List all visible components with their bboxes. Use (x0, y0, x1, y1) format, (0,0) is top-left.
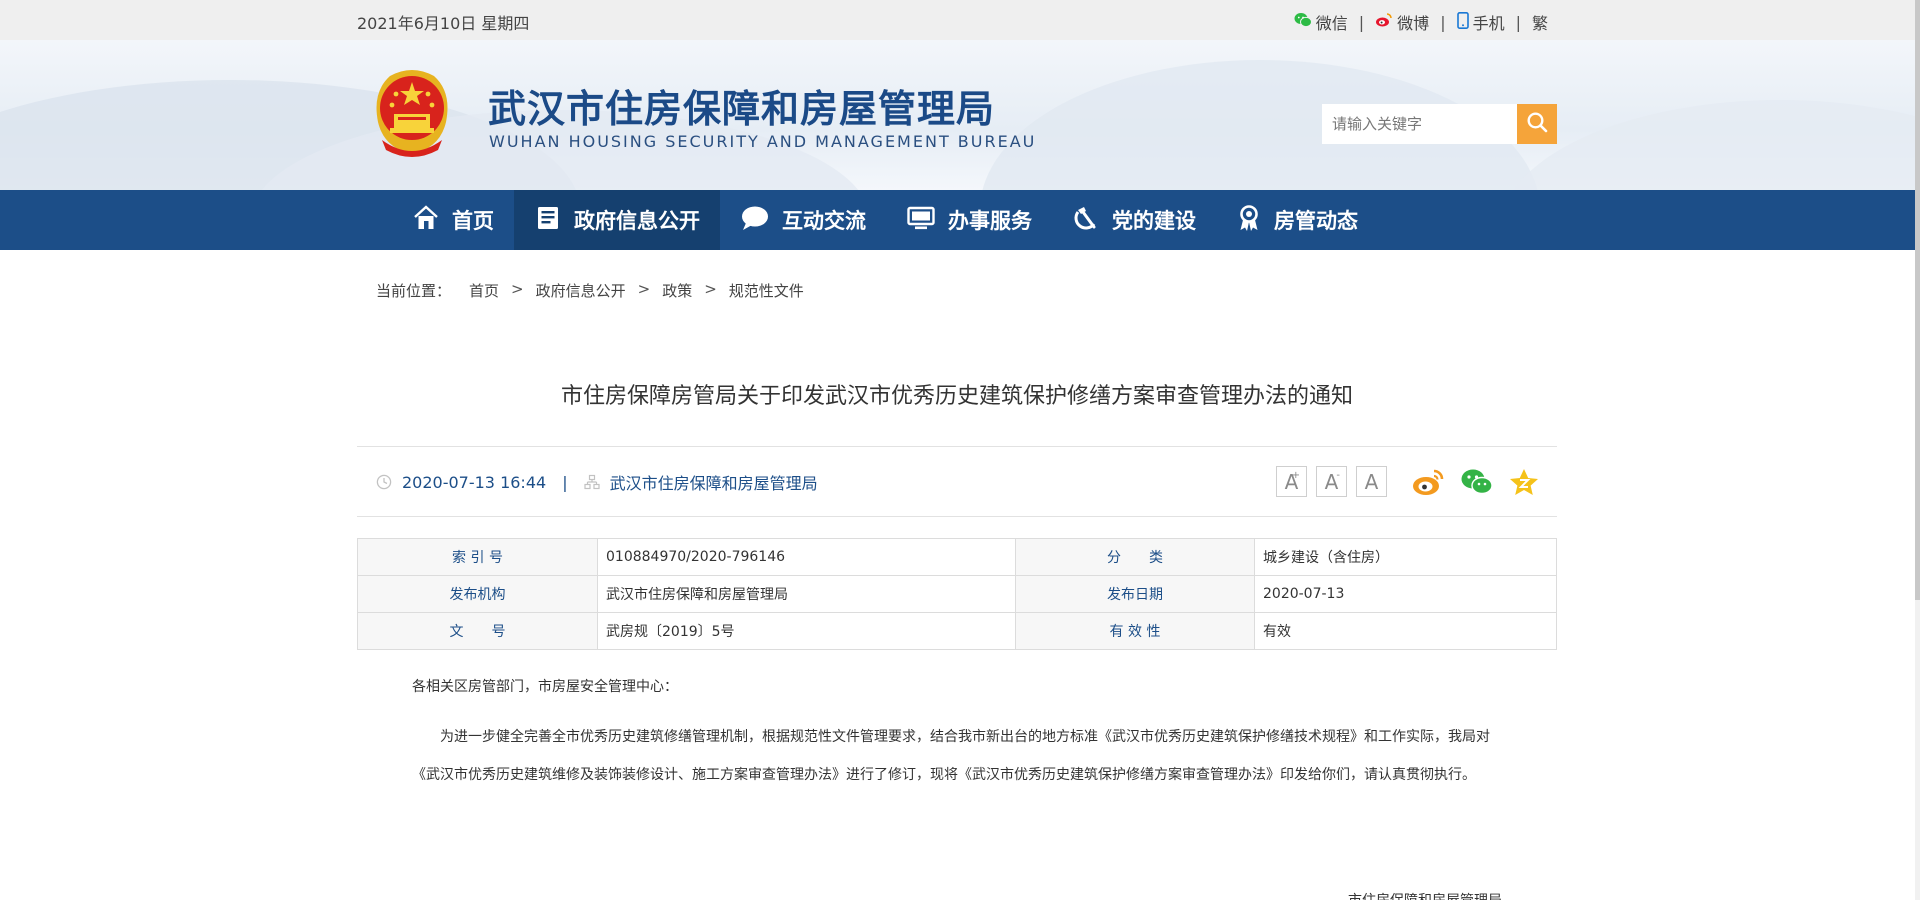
nav-item-label: 办事服务 (948, 209, 1032, 233)
breadcrumb-item-policy[interactable]: 政策 (662, 280, 692, 301)
info-label: 发布机构 (357, 575, 598, 613)
info-label: 文 号 (357, 612, 598, 650)
mobile-link-label: 手机 (1472, 14, 1505, 33)
page: 2021年6月10日 星期四 微信 | 微博 | 手机 | 繁 武汉市住房保障和… (0, 0, 1915, 900)
wechat-share-icon[interactable] (1460, 467, 1494, 497)
mobile-link[interactable]: 手机 (1456, 10, 1505, 34)
hammer-sickle-icon (1072, 204, 1100, 237)
scrollbar-thumb[interactable] (1915, 0, 1920, 600)
table-row: 发布机构 武汉市住房保障和房屋管理局 发布日期 2020-07-13 (357, 575, 1557, 613)
favorite-star-icon[interactable] (1508, 467, 1540, 497)
site-title-english: WUHAN HOUSING SECURITY AND MANAGEMENT BU… (489, 132, 1037, 151)
weibo-link[interactable]: 微博 (1375, 10, 1429, 34)
page-scrollbar[interactable] (1915, 0, 1920, 900)
table-row: 索 引 号 010884970/2020-796146 分 类 城乡建设（含住房… (357, 538, 1557, 576)
badge-icon (1236, 204, 1262, 237)
divider (357, 516, 1557, 517)
organization-icon (583, 474, 600, 490)
breadcrumb-item-government-info[interactable]: 政府信息公开 (536, 280, 626, 301)
monitor-icon (906, 204, 936, 237)
chat-icon (740, 204, 770, 237)
nav-item-label: 党的建设 (1112, 209, 1196, 233)
top-links: 微信 | 微博 | 手机 | 繁 (1294, 10, 1548, 34)
breadcrumb-separator: > (704, 280, 717, 298)
nav-item-label: 首页 (452, 209, 494, 233)
article-meta: 2020-07-13 16:44 | 武汉市住房保障和房屋管理局 (376, 470, 818, 494)
meta-separator: | (562, 472, 568, 492)
search-icon (1526, 111, 1548, 137)
nav-item-housing-news[interactable]: 房管动态 (1216, 190, 1378, 250)
font-increase-button[interactable]: A + (1276, 466, 1307, 497)
info-label: 分 类 (1015, 538, 1255, 576)
nav-item-label: 互动交流 (782, 209, 866, 233)
article-tools: A + A- A (1276, 466, 1540, 497)
article-paragraph: 为进一步健全完善全市优秀历史建筑修缮管理机制，根据规范性文件管理要求，结合我市新… (412, 729, 1490, 783)
nav-item-label: 房管动态 (1274, 209, 1358, 233)
article-title: 市住房保障房管局关于印发武汉市优秀历史建筑保护修缮方案审查管理办法的通知 (560, 384, 1353, 409)
breadcrumb-separator: > (511, 280, 524, 298)
divider (357, 446, 1557, 447)
table-row: 文 号 武房规〔2019〕5号 有 效 性 有效 (357, 612, 1557, 650)
nav-item-party-building[interactable]: 党的建设 (1052, 190, 1216, 250)
document-info-table: 索 引 号 010884970/2020-796146 分 类 城乡建设（含住房… (357, 538, 1557, 650)
header-background-shape (1500, 100, 1915, 190)
publish-datetime: 2020-07-13 16:44 (402, 472, 547, 492)
site-title: 武汉市住房保障和房屋管理局 (488, 86, 996, 131)
info-value: 有效 (1254, 612, 1557, 650)
share-buttons (1412, 467, 1540, 497)
nav-item-label: 政府信息公开 (574, 209, 700, 233)
wechat-icon (1294, 12, 1312, 32)
top-bar: 2021年6月10日 星期四 微信 | 微博 | 手机 | 繁 (0, 0, 1915, 40)
main-nav: 首页 政府信息公开 互动交流 办事服务 党的建设 房管动态 (0, 190, 1915, 250)
national-emblem-icon (368, 62, 456, 162)
info-label: 发布日期 (1015, 575, 1255, 613)
info-label: 有 效 性 (1015, 612, 1255, 650)
info-label: 索 引 号 (357, 538, 598, 576)
nav-item-interaction[interactable]: 互动交流 (720, 190, 886, 250)
article-source: 武汉市住房保障和房屋管理局 (609, 474, 818, 493)
weibo-link-label: 微博 (1397, 14, 1430, 33)
nav-item-government-info[interactable]: 政府信息公开 (514, 190, 720, 250)
search-box (1322, 104, 1557, 144)
current-date: 2021年6月10日 星期四 (357, 14, 530, 33)
clock-icon (376, 474, 392, 490)
breadcrumb-separator: > (637, 280, 651, 298)
site-header: 武汉市住房保障和房屋管理局 WUHAN HOUSING SECURITY AND… (0, 40, 1915, 190)
top-separator: | (1358, 12, 1365, 32)
home-icon (412, 204, 440, 237)
font-decrease-button[interactable]: A- (1316, 466, 1347, 497)
search-button[interactable] (1517, 104, 1557, 144)
font-reset-button[interactable]: A (1356, 466, 1387, 497)
article-greeting: 各相关区房管部门，市房屋安全管理中心： (412, 679, 678, 695)
breadcrumb-label: 当前位置： (376, 282, 452, 300)
traditional-chinese-link[interactable]: 繁 (1532, 10, 1548, 34)
wechat-link-label: 微信 (1315, 14, 1348, 33)
info-value: 010884970/2020-796146 (597, 538, 1016, 576)
top-separator: | (1515, 12, 1521, 32)
nav-item-services[interactable]: 办事服务 (886, 190, 1052, 250)
info-value: 城乡建设（含住房） (1254, 538, 1557, 576)
top-separator: | (1440, 12, 1446, 32)
weibo-share-icon[interactable] (1412, 467, 1446, 497)
info-value: 武汉市住房保障和房屋管理局 (597, 575, 1016, 613)
article-signature: 市住房保障和房屋管理局 (1348, 890, 1502, 900)
document-icon (534, 204, 562, 237)
wechat-link[interactable]: 微信 (1294, 10, 1348, 34)
breadcrumb-item-normative-documents[interactable]: 规范性文件 (729, 280, 804, 301)
mobile-icon (1456, 11, 1469, 33)
search-input[interactable] (1322, 104, 1517, 144)
info-value: 武房规〔2019〕5号 (597, 612, 1016, 650)
nav-item-home[interactable]: 首页 (392, 190, 514, 250)
weibo-icon (1375, 12, 1393, 32)
info-value: 2020-07-13 (1254, 575, 1557, 613)
breadcrumb: 当前位置： 首页 > 政府信息公开 > 政策 > 规范性文件 (376, 280, 804, 301)
breadcrumb-item-home[interactable]: 首页 (469, 280, 499, 301)
